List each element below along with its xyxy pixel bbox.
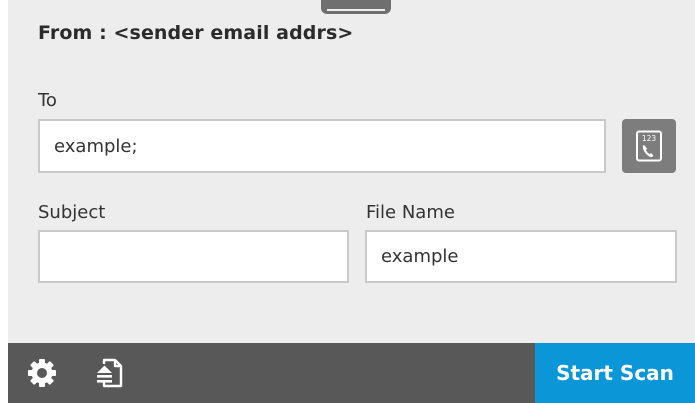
drag-handle[interactable] bbox=[321, 0, 391, 14]
file-name-field[interactable]: example bbox=[365, 230, 677, 283]
preview-button[interactable] bbox=[88, 343, 132, 403]
subject-field[interactable] bbox=[38, 230, 349, 283]
start-scan-button[interactable]: Start Scan bbox=[535, 343, 695, 403]
bottom-bar: Start Scan bbox=[8, 343, 695, 403]
file-name-label: File Name bbox=[366, 202, 455, 223]
document-upload-icon bbox=[97, 358, 123, 388]
address-book-badge: 123 bbox=[642, 134, 657, 143]
address-book-icon: 123 bbox=[636, 130, 662, 162]
to-field[interactable]: example; bbox=[38, 119, 606, 173]
to-label: To bbox=[38, 90, 57, 111]
subject-label: Subject bbox=[38, 202, 106, 223]
settings-button[interactable] bbox=[22, 343, 62, 403]
gear-icon bbox=[28, 359, 56, 387]
address-book-button[interactable]: 123 bbox=[622, 119, 676, 173]
scan-to-email-screen: From : <sender email addrs> To example; … bbox=[8, 0, 695, 403]
from-line: From : <sender email addrs> bbox=[38, 22, 354, 44]
